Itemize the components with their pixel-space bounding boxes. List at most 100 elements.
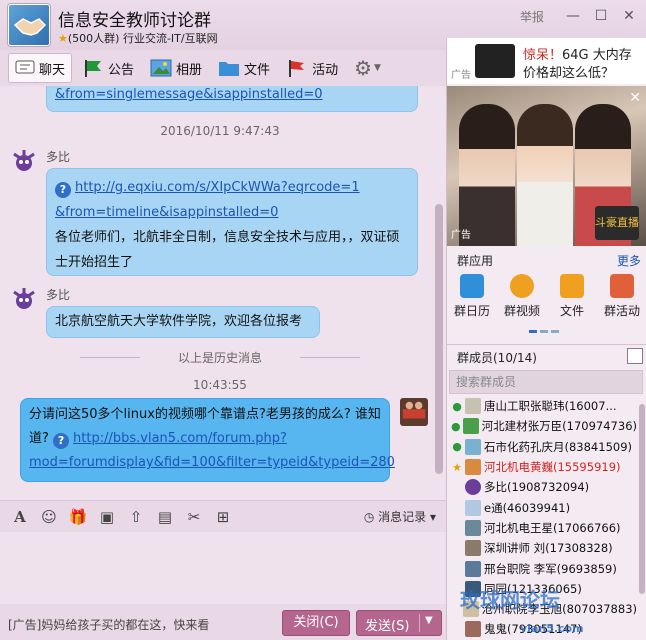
sender-avatar[interactable] (10, 286, 38, 314)
bag-icon[interactable]: ▤ (153, 505, 177, 529)
group-meta: ★(500人群) 行业交流-IT/互联网 (58, 30, 218, 46)
scissors-icon[interactable]: ✂ (182, 505, 206, 529)
photo-icon (150, 59, 172, 77)
ad-logo: 斗豪直播 (595, 206, 639, 240)
message-text: 北京航空航天大学软件学院，欢迎各位报考 (55, 314, 303, 329)
image-icon[interactable]: ▣ (95, 505, 119, 529)
tab-chat-label: 聊天 (39, 62, 66, 78)
search-icon[interactable] (627, 348, 643, 364)
font-icon[interactable]: A (8, 505, 32, 529)
upload-icon[interactable]: ⇧ (124, 505, 148, 529)
avatar (465, 459, 481, 476)
ad-subline: 价格却这么低？ (523, 66, 615, 81)
message-link[interactable]: http://bbs.vlan5.com/forum.php? (73, 431, 287, 446)
message-bubble-mine: 分请问这50多个linux的视频哪个靠谱点?老男孩的成么? 谁知 道? ? htt… (20, 398, 395, 482)
message-bubble: &from=singlemessage&isappinstalled=0 (46, 86, 418, 112)
minimize-icon[interactable]: — (560, 6, 586, 26)
tab-notice-label: 公告 (108, 62, 135, 78)
pager-dot[interactable] (551, 330, 559, 333)
phone-image (475, 44, 515, 78)
folder-icon (219, 62, 240, 76)
list-item[interactable]: e通(46039941) (447, 497, 637, 517)
admin-icon: ● (452, 440, 462, 454)
member-list-scrollbar[interactable] (637, 396, 646, 640)
app-video[interactable]: 群视频 (499, 274, 545, 330)
member-name: 邢台职院 李军(9693859) (484, 561, 617, 576)
tab-file[interactable]: 文件 (212, 53, 276, 83)
tab-album-label: 相册 (176, 62, 203, 78)
my-avatar[interactable] (400, 398, 428, 426)
ad-link[interactable]: [广告]妈妈给孩子买的都在这，快来看 (8, 616, 209, 633)
list-item[interactable]: 河北机电王星(17066766) (447, 518, 637, 538)
close-button[interactable]: 关闭(C) (282, 610, 350, 636)
handshake-icon (13, 18, 47, 36)
member-name: 河北机电王星(17066766) (484, 520, 621, 535)
scrollbar-thumb[interactable] (639, 404, 645, 594)
emoji-icon[interactable]: ☺ (37, 505, 61, 529)
input-toolbar: A ☺ 🎁 ▣ ⇧ ▤ ✂ ⊞ ◷ 消息记录 ▾ (0, 500, 446, 532)
scrollbar-thumb[interactable] (435, 204, 443, 474)
divider (419, 614, 420, 632)
list-item[interactable]: 深圳讲师 刘(17308328) (447, 538, 637, 558)
chat-scrollbar[interactable] (432, 86, 446, 500)
member-search-input[interactable]: 搜索群成员 (449, 370, 643, 394)
app-calendar[interactable]: 群日历 (449, 274, 495, 330)
list-item[interactable]: 邢台职院 李军(9693859) (447, 558, 637, 578)
send-button[interactable]: 发送(S) ▼ (356, 610, 442, 636)
members-header: 群成员(10/14) (447, 344, 646, 366)
app-file[interactable]: 文件 (549, 274, 595, 330)
link-shield-icon: ? (53, 433, 70, 449)
apps-grid: 群日历 群视频 文件 群活动 (447, 274, 646, 330)
link-shield-icon: ? (55, 182, 71, 198)
settings-button[interactable]: ⚙ ▼ (348, 53, 387, 83)
chevron-down-icon: ▼ (374, 63, 381, 73)
tab-file-label: 文件 (244, 62, 271, 78)
maximize-icon[interactable]: ☐ (588, 6, 614, 26)
tab-activity[interactable]: 活动 (280, 53, 344, 83)
avatar (462, 418, 479, 435)
app-label: 群日历 (453, 304, 490, 318)
message-timestamp: 2016/10/11 9:47:43 (160, 124, 280, 138)
list-item[interactable]: ● 石市化药孔庆月(83841509) (447, 437, 637, 457)
member-name: 唐山工职张聪玮(16007... (484, 399, 617, 414)
list-item[interactable]: ● 唐山工职张聪玮(16007... (447, 396, 637, 416)
tab-notice[interactable]: 公告 (76, 53, 140, 83)
apps-more-link[interactable]: 更多 (617, 252, 641, 269)
tab-chat[interactable]: 聊天 (8, 53, 73, 83)
message-input[interactable] (0, 532, 446, 604)
more-icon[interactable]: ⊞ (211, 505, 235, 529)
close-icon[interactable]: ✕ (629, 90, 641, 106)
video-icon (510, 274, 534, 298)
report-link[interactable]: 举报 (520, 8, 544, 25)
close-icon[interactable]: ✕ (616, 6, 642, 26)
list-item[interactable]: 多比(1908732094) (447, 477, 637, 497)
owner-star-icon: ★ (452, 460, 462, 474)
message-link[interactable]: &from=timeline&isappinstalled=0 (55, 205, 278, 220)
pager-dot[interactable] (529, 330, 537, 333)
ad-banner[interactable]: 广告 惊呆！64G 大内存 价格却这么低？ (447, 38, 646, 84)
app-label: 群视频 (503, 304, 540, 318)
message-bubble: 北京航空航天大学软件学院，欢迎各位报考 (46, 306, 320, 338)
avatar (465, 560, 481, 577)
ad-photo[interactable]: ✕ 广告 斗豪直播 (447, 86, 646, 246)
chat-history[interactable]: &from=singlemessage&isappinstalled=0 201… (0, 86, 446, 500)
gift-icon[interactable]: 🎁 (66, 505, 90, 529)
message-record-button[interactable]: ◷ 消息记录 ▾ (364, 508, 436, 525)
apps-pager[interactable] (529, 330, 562, 333)
chevron-down-icon[interactable]: ▼ (425, 615, 433, 626)
message-link[interactable]: http://g.eqxiu.com/s/XIpCkWWa?eqrcode=1 (75, 180, 360, 195)
message-link[interactable]: mod=forumdisplay&fid=100&filter=typeid&t… (29, 455, 395, 470)
message-text: 各位老师们，北航非全日制，信息安全技术与应用，，双证硕 (55, 230, 400, 245)
tab-album[interactable]: 相册 (144, 53, 208, 83)
sender-avatar[interactable] (10, 148, 38, 176)
list-item[interactable]: ★ 河北机电黄巍(15595919) (447, 457, 637, 477)
admin-icon: ● (452, 399, 462, 413)
member-name: 深圳讲师 刘(17308328) (484, 541, 613, 556)
group-avatar[interactable] (8, 4, 50, 46)
app-activity[interactable]: 群活动 (599, 274, 645, 330)
send-label: 发送(S) (365, 619, 410, 634)
pager-dot[interactable] (540, 330, 548, 333)
message-link[interactable]: &from=singlemessage&isappinstalled=0 (55, 87, 323, 102)
member-name: 石市化药孔庆月(83841509) (484, 439, 633, 454)
list-item[interactable]: ● 河北建材张万臣(170974736) (447, 416, 637, 436)
